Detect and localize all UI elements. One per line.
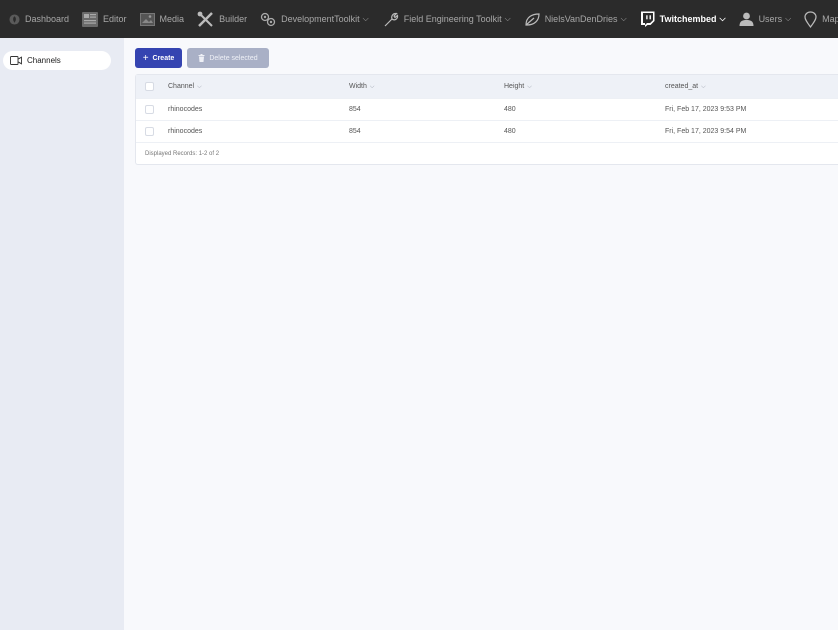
table-header: Channel ⌵ Width ⌵ Height ⌵ created_at ⌵ [136, 75, 838, 98]
leaf-icon [524, 12, 540, 27]
chevron-down-icon: ⌵ [719, 14, 726, 23]
sort-chevron-icon: ⌵ [369, 83, 375, 90]
table-row[interactable]: rhinocodes 854 480 Fri, Feb 17, 2023 9:5… [136, 98, 838, 120]
nav-label: Twitchembed [659, 14, 717, 24]
chevron-down-icon: ⌵ [785, 14, 792, 23]
cell-width: 854 [349, 106, 361, 113]
cell-created-at: Fri, Feb 17, 2023 9:54 PM [665, 128, 747, 135]
table-row[interactable]: rhinocodes 854 480 Fri, Feb 17, 2023 9:5… [136, 120, 838, 142]
nav-label: Editor [103, 14, 127, 24]
toolbar: + Create Delete selected [135, 48, 269, 68]
sidebar-item-label: Channels [27, 56, 61, 65]
nav-label: Users [758, 14, 783, 24]
nav-field-engineering-toolkit[interactable]: Field Engineering Toolkit ⌵ [382, 0, 511, 38]
nav-twitchembed[interactable]: Twitchembed ⌵ [640, 0, 726, 38]
chevron-down-icon: ⌵ [620, 14, 627, 23]
channels-table: Channel ⌵ Width ⌵ Height ⌵ created_at ⌵ rhin… [135, 74, 838, 165]
nav-dashboard[interactable]: Dashboard [9, 0, 69, 38]
cell-height: 480 [504, 128, 516, 135]
sidebar-item-channels[interactable]: Channels [3, 51, 111, 70]
cell-channel: rhinocodes [168, 128, 203, 135]
column-header-height[interactable]: Height ⌵ [504, 83, 532, 91]
top-navigation: Dashboard Editor Media Builder Developme… [0, 0, 838, 38]
editor-icon [82, 11, 99, 27]
nav-label: Builder [219, 14, 248, 24]
row-checkbox[interactable] [145, 105, 154, 114]
cell-height: 480 [504, 106, 516, 113]
sort-chevron-icon: ⌵ [197, 83, 202, 90]
nav-label: Dashboard [25, 14, 70, 24]
nav-label: Field Engineering Toolkit [403, 14, 502, 24]
chevron-down-icon: ⌵ [504, 14, 511, 23]
sort-chevron-icon: ⌵ [527, 83, 532, 90]
twitch-icon [640, 11, 655, 27]
plus-icon: + [142, 52, 149, 64]
cell-width: 854 [349, 128, 361, 135]
gears-icon [260, 12, 276, 27]
cell-created-at: Fri, Feb 17, 2023 9:53 PM [665, 106, 747, 113]
nav-maps[interactable]: Maps [804, 0, 838, 38]
sidebar: Channels [0, 38, 124, 630]
nav-builder[interactable]: Builder [197, 0, 247, 38]
sort-chevron-icon: ⌵ [701, 83, 706, 90]
nav-label: Maps [822, 14, 838, 24]
nav-media[interactable]: Media [139, 0, 185, 38]
nav-developmenttoolkit[interactable]: DevelopmentToolkit ⌵ [260, 0, 369, 38]
nav-label: DevelopmentToolkit [281, 14, 360, 24]
records-count: Displayed Records: 1-2 of 2 [145, 150, 220, 157]
user-icon [739, 12, 754, 26]
delete-label: Delete selected [209, 54, 258, 62]
create-label: Create [152, 54, 175, 62]
select-all-checkbox[interactable] [145, 82, 154, 91]
nav-label: Media [159, 14, 185, 24]
chevron-down-icon: ⌵ [362, 14, 369, 23]
map-pin-icon [804, 10, 817, 28]
trash-icon [198, 54, 205, 62]
nav-editor[interactable]: Editor [82, 0, 127, 38]
nav-users[interactable]: Users ⌵ [739, 0, 792, 38]
delete-selected-button[interactable]: Delete selected [187, 48, 269, 68]
nav-nielsvandendries[interactable]: NielsVanDenDries ⌵ [524, 0, 627, 38]
table-footer: Displayed Records: 1-2 of 2 [136, 142, 838, 164]
builder-icon [197, 11, 214, 28]
row-checkbox[interactable] [145, 127, 154, 136]
nav-label: NielsVanDenDries [544, 14, 618, 24]
wrench-icon [382, 11, 399, 28]
column-header-created-at[interactable]: created_at ⌵ [665, 83, 706, 91]
media-icon [139, 12, 155, 26]
create-button[interactable]: + Create [135, 48, 182, 68]
column-header-width[interactable]: Width ⌵ [349, 83, 374, 91]
cell-channel: rhinocodes [168, 106, 203, 113]
video-camera-icon [10, 56, 22, 65]
column-header-channel[interactable]: Channel ⌵ [168, 83, 202, 91]
main-content: + Create Delete selected Channel ⌵ Width ⌵… [124, 38, 838, 630]
leaf-circle-icon [9, 13, 20, 25]
